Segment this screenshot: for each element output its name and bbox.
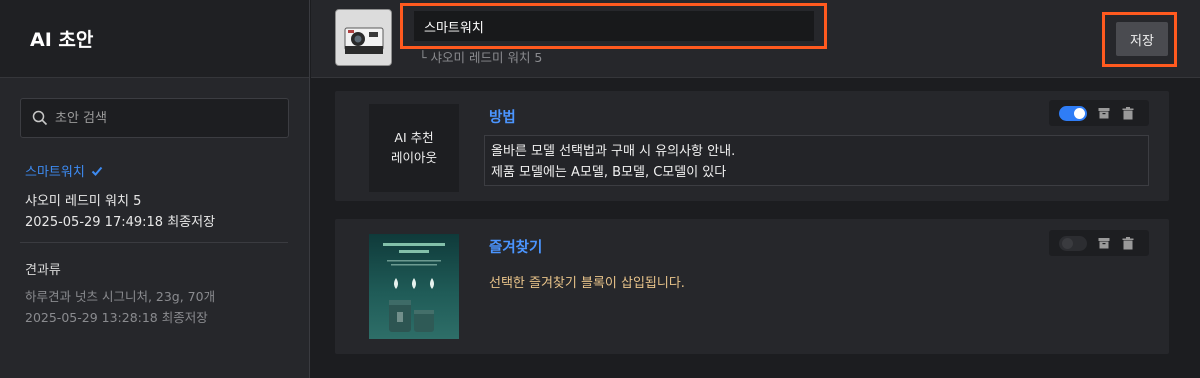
draft-item-smartwatch[interactable]: 스마트워치 <box>25 161 103 180</box>
favorite-block-thumbnail[interactable] <box>369 234 459 339</box>
draft-search-box[interactable] <box>20 98 289 138</box>
draft-product: 하루견과 넛츠 시그니처, 23g, 70개 <box>25 289 216 304</box>
search-icon <box>31 109 49 127</box>
product-thumbnail <box>335 9 392 66</box>
draft-search-input[interactable] <box>55 110 275 126</box>
trash-icon[interactable] <box>1121 236 1135 250</box>
favorite-insert-note: 선택한 즐겨찾기 블록이 삽입됩니다. <box>489 276 685 291</box>
draft-item-nuts[interactable]: 견과류 <box>25 259 61 278</box>
sidebar-divider <box>20 242 288 243</box>
editor-header: └ 샤오미 레드미 워치 5 저장 <box>311 0 1200 78</box>
save-button[interactable]: 저장 <box>1116 22 1168 56</box>
content-block-method: AI 추천 레이아웃 방법 올바른 모델 선택법과 구매 시 유의사항 안내. … <box>335 91 1169 201</box>
archive-icon[interactable] <box>1097 106 1111 120</box>
block-body[interactable]: 올바른 모델 선택법과 구매 시 유의사항 안내. 제품 모델에는 A모델, B… <box>484 135 1149 186</box>
sidebar: AI 초안 스마트워치 샤오미 레드미 워치 5 2025-05-29 17:4… <box>0 0 310 378</box>
ai-layout-thumbnail[interactable]: AI 추천 레이아웃 <box>369 104 459 192</box>
block-controls <box>1049 230 1149 256</box>
linked-product: └ 샤오미 레드미 워치 5 <box>419 50 543 65</box>
draft-name-input[interactable] <box>414 11 814 41</box>
draft-saved-time: 2025-05-29 13:28:18 최종저장 <box>25 310 208 325</box>
block-title[interactable]: 방법 <box>489 106 516 127</box>
content-block-favorites: 즐겨찾기 선택한 즐겨찾기 블록이 삽입됩니다. <box>335 219 1169 354</box>
block-title[interactable]: 즐겨찾기 <box>489 236 542 257</box>
archive-icon[interactable] <box>1097 236 1111 250</box>
sidebar-header: AI 초안 <box>0 0 309 78</box>
draft-saved-time: 2025-05-29 17:49:18 최종저장 <box>25 215 216 230</box>
draft-product: 샤오미 레드미 워치 5 <box>25 194 142 209</box>
check-icon <box>91 165 103 177</box>
trash-icon[interactable] <box>1121 106 1135 120</box>
block-toggle[interactable] <box>1059 235 1087 251</box>
block-controls <box>1049 100 1149 126</box>
block-toggle[interactable] <box>1059 105 1087 121</box>
body-line: 올바른 모델 선택법과 구매 시 유의사항 안내. <box>491 144 736 159</box>
body-line: 제품 모델에는 A모델, B모델, C모델이 있다 <box>491 164 727 180</box>
thumb-label: 레이아웃 <box>390 150 437 165</box>
thumb-label: AI 추천 <box>394 130 434 145</box>
draft-title: 스마트워치 <box>25 165 85 180</box>
sidebar-title: AI 초안 <box>30 29 94 51</box>
